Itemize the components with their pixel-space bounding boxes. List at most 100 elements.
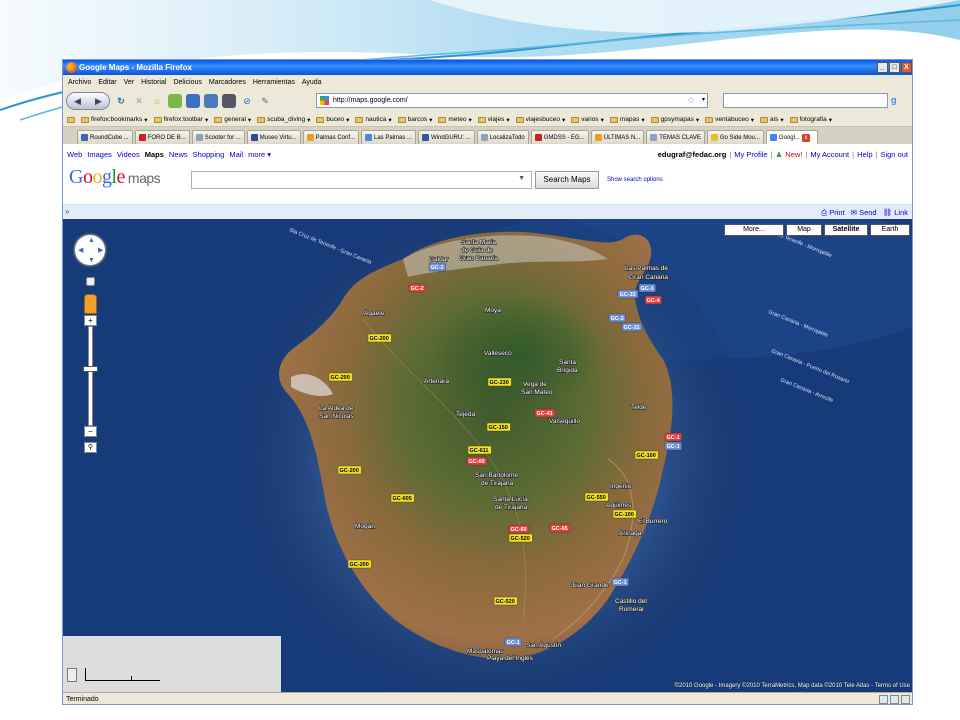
search-engine-icon[interactable]: g	[891, 95, 903, 107]
bookmarks-menu-icon[interactable]	[67, 116, 75, 123]
satellite-map[interactable]: Sta Cruz de Tenerife - Gran Canaria Sta C…	[63, 219, 913, 692]
home-icon[interactable]: ⌂	[150, 94, 164, 108]
map-type-button[interactable]: Map	[786, 224, 822, 236]
satellite-type-button[interactable]: Satellite	[824, 224, 868, 236]
tools-icon[interactable]: ✎	[258, 94, 272, 108]
pan-control[interactable]: ▲ ▼ ◀ ▶	[74, 234, 106, 266]
tab[interactable]: GMDSS - EG...	[530, 130, 589, 144]
zoom-in-button[interactable]: +	[84, 315, 97, 326]
tab[interactable]: WindGURU: ...	[418, 130, 475, 144]
menu-ayuda[interactable]: Ayuda	[302, 79, 322, 86]
menu-editar[interactable]: Editar	[98, 79, 116, 86]
bookmark-add-icon[interactable]	[168, 94, 182, 108]
pan-up-icon[interactable]: ▲	[88, 237, 95, 244]
menu-herramientas[interactable]: Herramientas	[253, 79, 295, 86]
help-link[interactable]: Help	[857, 150, 872, 159]
tab-close-icon[interactable]: x	[801, 133, 810, 142]
browser-search-input[interactable]: g	[723, 93, 897, 108]
send-action[interactable]: ✉ Send	[851, 208, 877, 218]
bookmark-folder[interactable]: ais ▾	[760, 116, 784, 124]
bookmark-folder[interactable]: firefox:toolbar ▾	[153, 116, 208, 124]
bookmark-folder[interactable]: fotografia ▾	[789, 116, 832, 124]
bookmark-folder[interactable]: gpsymapas ▾	[650, 116, 699, 124]
screenshot-icon[interactable]	[222, 94, 236, 108]
pan-down-icon[interactable]: ▼	[88, 257, 95, 264]
link-news[interactable]: News	[169, 150, 188, 159]
stop-icon[interactable]: ✕	[132, 94, 146, 108]
scale-toggle-icon[interactable]	[67, 668, 77, 682]
expand-panel-icon[interactable]: »	[65, 207, 69, 216]
print-action[interactable]: ⎙ Print	[821, 208, 845, 218]
menu-delicious[interactable]: Delicious	[173, 79, 201, 86]
menu-ver[interactable]: Ver	[124, 79, 135, 86]
sign-out-link[interactable]: Sign out	[880, 150, 908, 159]
search-maps-button[interactable]: Search Maps	[535, 171, 599, 189]
magnifier-icon[interactable]: ⚲	[84, 442, 97, 453]
tab[interactable]: TEMAS CLAVE	[646, 130, 705, 144]
url-bar[interactable]: http://maps.google.com/ ☆ ▾	[316, 93, 708, 108]
forbidden-icon[interactable]: ⊘	[240, 94, 254, 108]
earth-type-button[interactable]: Earth	[870, 224, 910, 236]
bookmark-folder[interactable]: scuba_diving ▾	[257, 116, 310, 124]
search-dropdown-icon[interactable]: ▼	[518, 175, 525, 182]
more-button[interactable]: More...	[724, 224, 784, 236]
link-videos[interactable]: Videos	[117, 150, 140, 159]
bookmark-folder[interactable]: viajes ▾	[477, 116, 510, 124]
my-account-link[interactable]: My Account	[810, 150, 849, 159]
tab[interactable]: ÚLTIMAS N...	[590, 130, 645, 144]
google-maps-logo[interactable]: Google maps	[69, 166, 161, 189]
map-viewport[interactable]: Sta Cruz de Tenerife - Gran Canaria Sta C…	[63, 219, 913, 692]
link-web[interactable]: Web	[67, 150, 82, 159]
my-profile-link[interactable]: My Profile	[734, 150, 767, 159]
tab[interactable]: Museo Virtu...	[246, 130, 301, 144]
map-copyright[interactable]: ©2010 Google - Imagery ©2010 TerraMetric…	[675, 683, 910, 689]
tab[interactable]: LocalizaTodo	[476, 130, 529, 144]
zoom-out-button[interactable]: −	[84, 426, 97, 437]
back-arrow-icon[interactable]: ◀	[74, 96, 81, 107]
minimize-button[interactable]: _	[877, 62, 888, 73]
bookmark-folder[interactable]: general ▾	[214, 116, 251, 124]
bookmark-folder[interactable]: varios ▾	[571, 116, 604, 124]
menu-marcadores[interactable]: Marcadores	[209, 79, 246, 86]
overview-map-panel[interactable]	[63, 636, 281, 692]
back-forward-buttons[interactable]: ◀ ▶	[66, 92, 110, 110]
link-maps[interactable]: Maps	[145, 150, 164, 159]
sidebar-icon[interactable]	[186, 94, 200, 108]
link-images[interactable]: Images	[87, 150, 112, 159]
link-mail[interactable]: Mail	[229, 150, 243, 159]
bookmark-folder[interactable]: ventabuceo ▾	[705, 116, 754, 124]
tab[interactable]: Googl... x	[765, 130, 818, 144]
zoom-slider-handle[interactable]	[83, 366, 98, 372]
bookmark-folder[interactable]: nautica ▾	[355, 116, 392, 124]
show-search-options-link[interactable]: Show search options	[607, 177, 663, 183]
tab[interactable]: FORO DE B...	[134, 130, 190, 144]
tab[interactable]: Scooter for ...	[191, 130, 245, 144]
bookmark-folder[interactable]: buceo ▾	[316, 116, 349, 124]
bookmark-folder[interactable]: barcos ▾	[397, 116, 432, 124]
bookmark-star-icon[interactable]: ☆	[687, 94, 695, 107]
link-more[interactable]: more ▾	[248, 150, 271, 159]
new-label[interactable]: New!	[785, 150, 802, 159]
reload-icon[interactable]: ↻	[114, 94, 128, 108]
tab[interactable]: RoundCube ...	[77, 130, 133, 144]
bookmark-folder[interactable]: viajesbuceo ▾	[515, 116, 565, 124]
link-shopping[interactable]: Shopping	[193, 150, 225, 159]
menu-historial[interactable]: Historial	[141, 79, 166, 86]
reset-view-icon[interactable]	[86, 277, 95, 286]
menu-archivo[interactable]: Archivo	[68, 79, 91, 86]
url-dropdown-icon[interactable]: ▾	[702, 94, 705, 107]
tab[interactable]: Las Palmas ...	[361, 130, 417, 144]
tab[interactable]: Go Side Mou...	[706, 130, 764, 144]
window-icon[interactable]	[890, 695, 899, 704]
forward-arrow-icon[interactable]: ▶	[95, 96, 102, 107]
zoom-slider-track[interactable]	[88, 326, 93, 426]
addon-icon[interactable]	[879, 695, 888, 704]
link-action[interactable]: ⛓ Link	[883, 208, 908, 218]
bookmark-folder[interactable]: meteo ▾	[438, 116, 472, 124]
pan-right-icon[interactable]: ▶	[98, 247, 103, 254]
bookmark-folder[interactable]: mapas ▾	[609, 116, 645, 124]
delicious-icon[interactable]	[204, 94, 218, 108]
bookmark-folder[interactable]: firefox:bookmarks ▾	[81, 116, 148, 124]
maps-search-input[interactable]: ▼	[191, 171, 532, 189]
street-view-pegman-icon[interactable]	[84, 294, 97, 314]
